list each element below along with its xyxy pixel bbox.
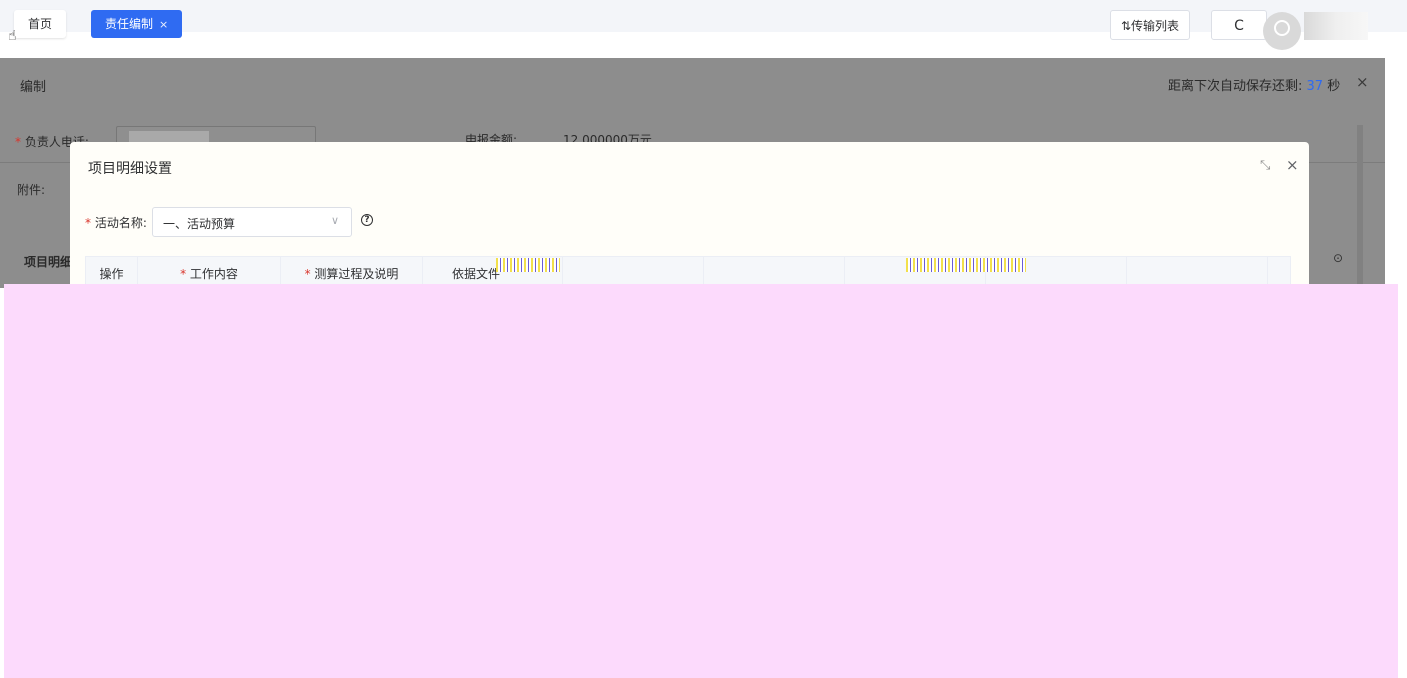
- dialog-title: 项目明细设置: [88, 161, 172, 177]
- tab-home[interactable]: 首页: [14, 10, 67, 38]
- autosave-prefix: 距离下次自动保存还剩:: [1168, 79, 1303, 94]
- attachment-label: 附件:: [17, 183, 46, 197]
- render-artifact: [496, 258, 560, 272]
- section-title: 项目明细: [24, 255, 73, 269]
- refresh-button[interactable]: C: [1211, 10, 1267, 40]
- scrollbar[interactable]: [1357, 125, 1363, 285]
- fullscreen-icon[interactable]: ⤡: [1260, 158, 1270, 173]
- autosave-countdown: 距离下次自动保存还剩: 37 秒: [1168, 75, 1340, 94]
- avatar[interactable]: [1263, 12, 1301, 50]
- activity-name-label: * 活动名称:: [85, 216, 147, 230]
- render-artifact: [906, 258, 1026, 272]
- tab-strip: [0, 0, 1407, 32]
- mouse-cursor-icon: ☝: [8, 28, 17, 44]
- activity-name-value: 一、活动预算: [163, 217, 236, 231]
- collapse-icon[interactable]: ⊙: [1333, 251, 1343, 265]
- user-icon: [1274, 20, 1290, 36]
- chevron-down-icon: ∨: [331, 214, 340, 227]
- page-close-icon[interactable]: ×: [1356, 73, 1369, 91]
- activity-name-select[interactable]: 一、活动预算 ∨: [152, 207, 352, 237]
- project-detail-dialog: 项目明细设置 ⤡ × * 活动名称: 一、活动预算 ∨ ? 操作 * 工作内容 …: [70, 142, 1309, 288]
- right-edge: [1385, 45, 1407, 288]
- transfer-list-button[interactable]: ⇅传输列表: [1110, 10, 1191, 40]
- autosave-seconds: 37: [1306, 79, 1324, 94]
- username-blurred: [1304, 12, 1368, 40]
- tab-home-label: 首页: [28, 17, 53, 31]
- page-title: 编制: [20, 80, 47, 95]
- dialog-close-icon[interactable]: ×: [1286, 156, 1299, 174]
- tab-active-label: 责任编制: [105, 17, 154, 31]
- top-bar: 首页 责任编制 × ☝ ⇅传输列表 C: [0, 0, 1407, 58]
- autosave-unit: 秒: [1327, 79, 1341, 94]
- help-icon[interactable]: ?: [361, 214, 373, 226]
- corrupted-region: [4, 284, 1398, 678]
- tab-close-icon[interactable]: ×: [159, 18, 168, 31]
- tab-responsibility-editing[interactable]: 责任编制 ×: [91, 10, 183, 38]
